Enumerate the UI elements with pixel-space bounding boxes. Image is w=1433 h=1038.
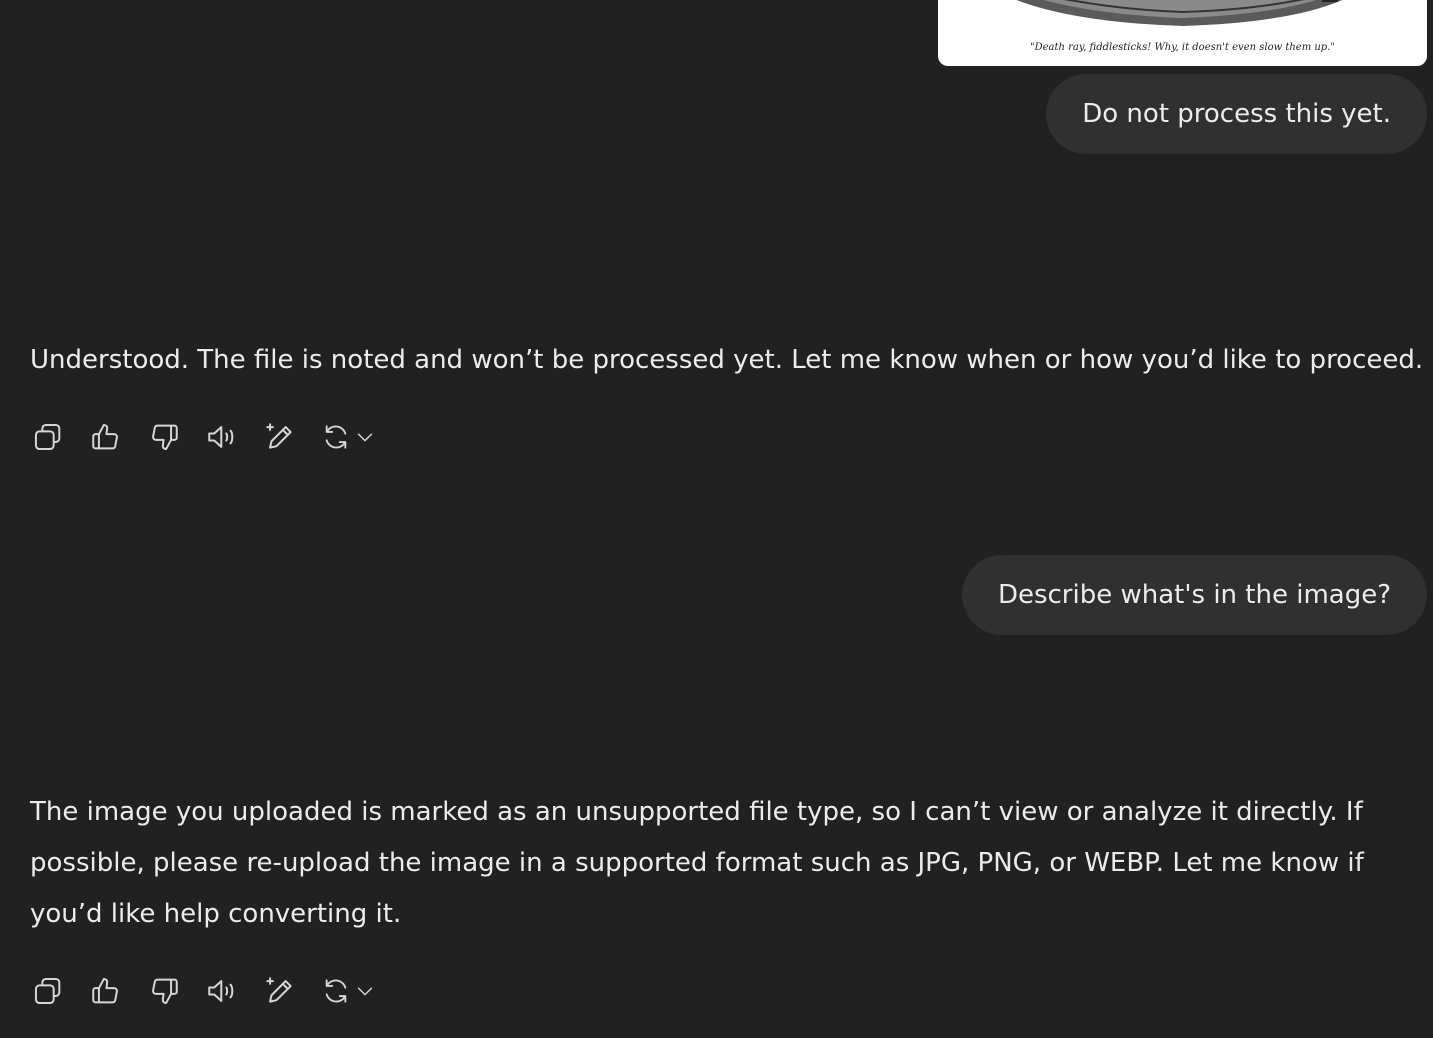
cartoon-illustration — [1016, 0, 1343, 26]
edit-button[interactable] — [262, 419, 298, 455]
copy-button[interactable] — [30, 419, 66, 455]
user-message-bubble: Do not process this yet. — [1046, 74, 1427, 154]
copy-icon — [34, 423, 61, 451]
thumbs-up-icon — [92, 423, 118, 450]
edit-sparkle-icon — [266, 977, 292, 1003]
assistant-message: Understood. The file is noted and won’t … — [30, 345, 1424, 375]
message-action-bar — [30, 973, 380, 1009]
read-aloud-button[interactable] — [204, 973, 240, 1009]
user-message-bubble: Describe what's in the image? — [961, 555, 1427, 635]
read-aloud-icon — [208, 980, 234, 1002]
edit-sparkle-icon — [266, 423, 292, 449]
regenerate-icon — [325, 425, 347, 449]
message-action-bar — [30, 419, 380, 455]
assistant-message: The image you uploaded is marked as an u… — [30, 797, 1364, 929]
regenerate-icon — [325, 979, 347, 1003]
thumbs-up-button[interactable] — [88, 973, 124, 1009]
regenerate-button[interactable] — [320, 419, 380, 455]
read-aloud-button[interactable] — [204, 419, 240, 455]
thumbs-up-icon — [92, 977, 118, 1004]
image-attachment[interactable]: "Death ray, fiddlesticks! Why, it doesn'… — [938, 0, 1427, 66]
copy-icon — [34, 977, 61, 1005]
image-caption: "Death ray, fiddlesticks! Why, it doesn'… — [1030, 42, 1335, 53]
thumbs-down-icon — [152, 424, 178, 451]
thumbs-down-button[interactable] — [146, 419, 182, 455]
chevron-down-icon — [357, 433, 373, 442]
thumbs-down-icon — [152, 978, 178, 1005]
copy-button[interactable] — [30, 973, 66, 1009]
edit-button[interactable] — [262, 973, 298, 1009]
read-aloud-icon — [208, 426, 234, 448]
thumbs-up-button[interactable] — [88, 419, 124, 455]
regenerate-button[interactable] — [320, 973, 380, 1009]
thumbs-down-button[interactable] — [146, 973, 182, 1009]
chevron-down-icon — [357, 987, 373, 996]
